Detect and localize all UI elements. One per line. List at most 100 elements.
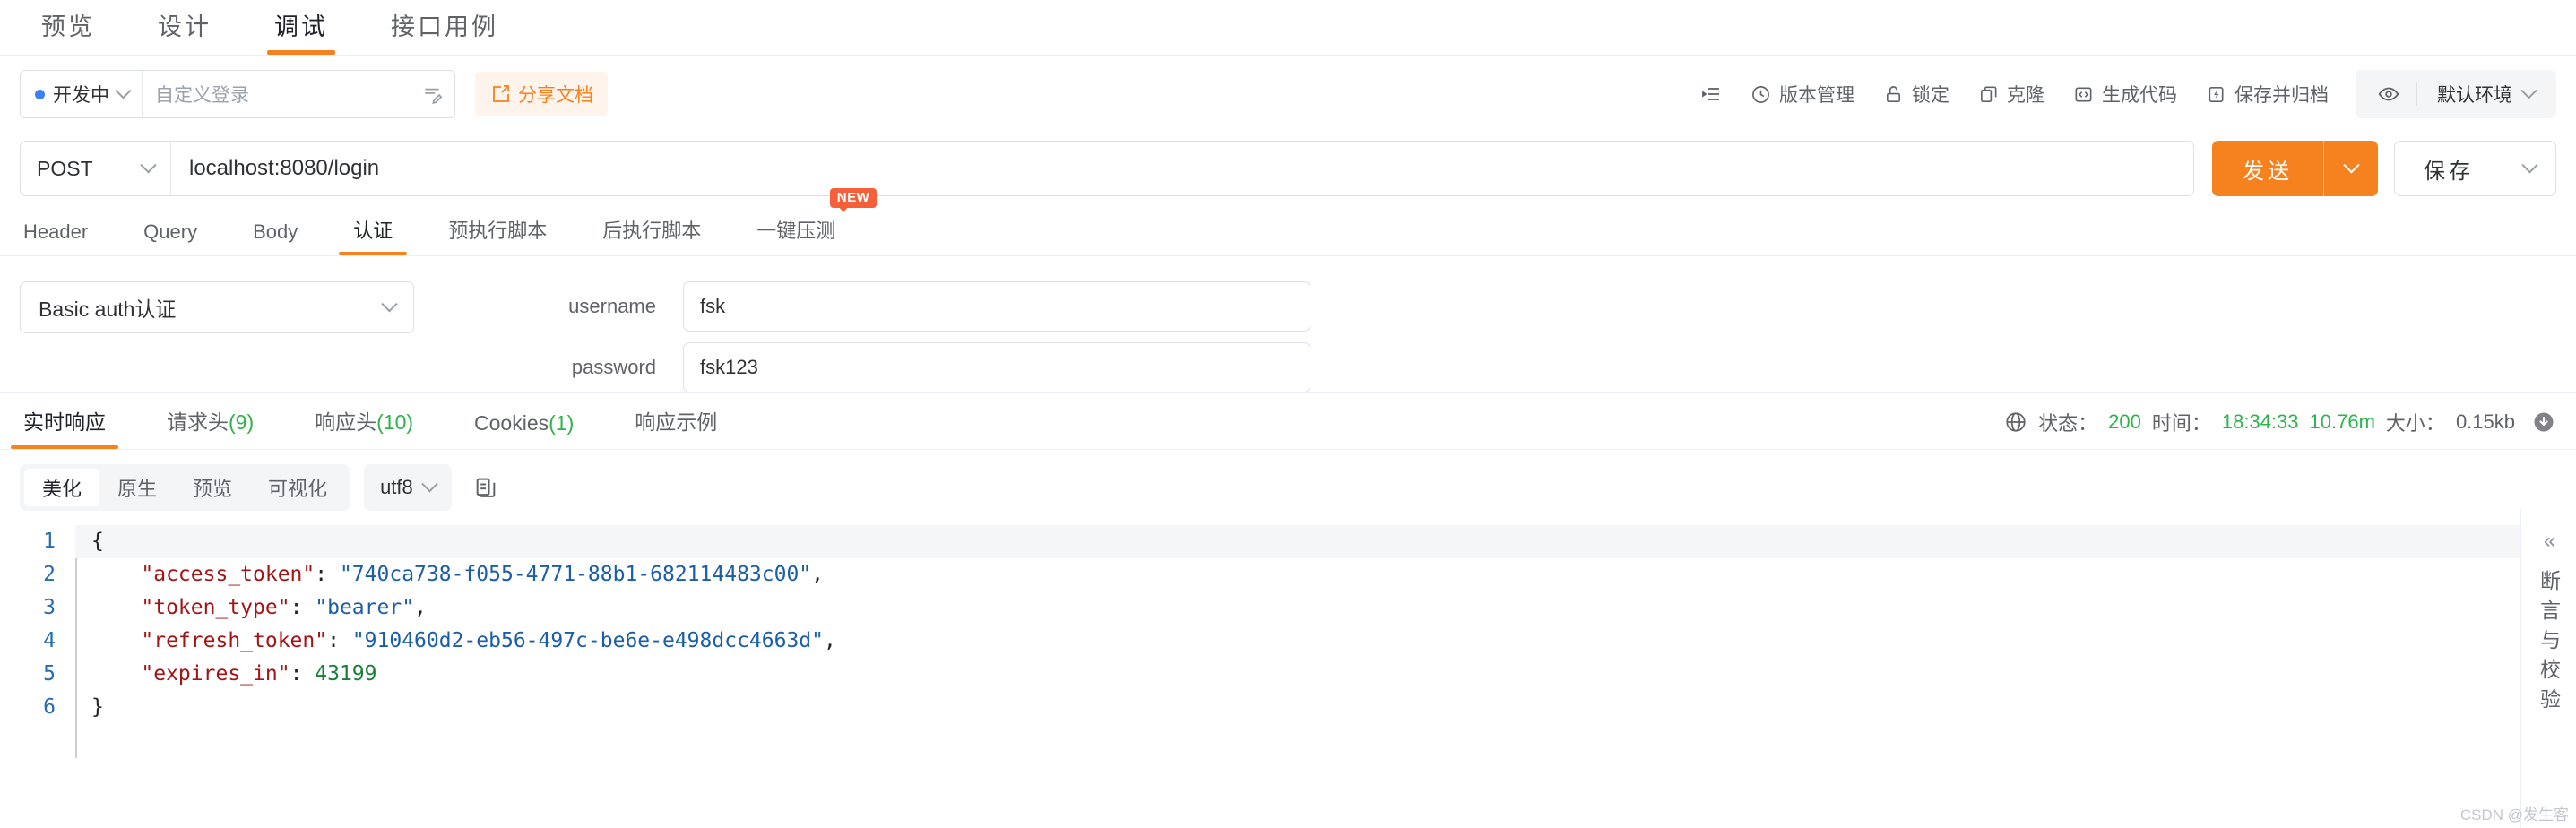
view-mode-pretty[interactable]: 美化 <box>24 469 100 506</box>
code-token: "910460d2-eb56-497c-be6e-e498dcc4663d" <box>351 629 825 652</box>
view-mode-pretty-label: 美化 <box>42 478 82 500</box>
response-tab-request-headers-label: 请求头 <box>167 410 229 434</box>
line-number: 6 <box>43 695 56 719</box>
response-tab-realtime-label: 实时响应 <box>23 410 106 434</box>
view-mode-raw[interactable]: 原生 <box>99 469 175 506</box>
auth-type-select[interactable]: Basic auth认证 <box>20 281 414 333</box>
code-line: } <box>91 691 2576 724</box>
response-tab-response-headers[interactable]: 响应头(10) <box>311 405 417 449</box>
username-label: username <box>568 295 656 317</box>
auth-fields: username fsk password fsk123 <box>477 281 1310 392</box>
view-mode-preview[interactable]: 预览 <box>175 469 250 506</box>
status-code-label: 状态： <box>2038 412 2098 435</box>
request-tab-header[interactable]: Header <box>20 220 91 255</box>
tab-api-cases[interactable]: 接口用例 <box>371 7 518 55</box>
assertion-sidebar: « 断言与校验 <box>2520 509 2576 828</box>
environment-label: 默认环境 <box>2437 85 2512 106</box>
response-size-value: 0.15kb <box>2455 410 2515 433</box>
environment-preview-button[interactable] <box>2361 82 2416 106</box>
code-content[interactable]: { "access_token": "740ca738-f055-4771-88… <box>75 525 2576 758</box>
assertion-sidebar-label[interactable]: 断言与校验 <box>2534 570 2564 718</box>
lock-label: 锁定 <box>1912 85 1949 106</box>
request-tab-post-script[interactable]: 后执行脚本 <box>599 215 705 255</box>
view-mode-raw-label: 原生 <box>117 478 158 500</box>
view-mode-visual-label: 可视化 <box>268 478 328 500</box>
response-time-value: 18:34:33 <box>2221 410 2299 433</box>
generate-code-button[interactable]: 生成代码 <box>2059 81 2191 108</box>
code-token: , <box>811 563 825 586</box>
response-size-label: 大小： <box>2385 412 2445 435</box>
api-name-group: 开发中 自定义登录 <box>20 70 455 118</box>
lock-button[interactable]: 锁定 <box>1869 81 1964 108</box>
meta-toolbar: 开发中 自定义登录 分享文档 版本管理 锁定 克隆 生成代码 保存并归档 默认环… <box>0 56 2576 133</box>
response-tab-request-headers[interactable]: 请求头(9) <box>163 405 257 449</box>
list-icon <box>1702 88 1719 100</box>
line-number: 1 <box>43 530 56 553</box>
version-manage-label: 版本管理 <box>1779 85 1854 106</box>
response-headers-count: (10) <box>376 410 414 434</box>
code-token: "access_token" <box>91 563 316 586</box>
password-value: fsk123 <box>700 356 758 378</box>
view-mode-segmented: 美化 原生 预览 可视化 <box>20 464 350 511</box>
response-tab-examples-label: 响应示例 <box>635 410 718 434</box>
code-token: : <box>315 563 340 586</box>
url-input[interactable]: localhost:8080/login <box>171 156 2193 181</box>
eye-icon <box>2378 87 2399 101</box>
send-button[interactable]: 发送 <box>2212 141 2323 196</box>
send-dropdown-button[interactable] <box>2324 141 2378 196</box>
clone-button[interactable]: 克隆 <box>1964 81 2059 108</box>
auth-row-password: password fsk123 <box>477 342 1310 392</box>
code-gutter: 1 2 3 4 5 6 <box>20 525 75 758</box>
archive-icon <box>2209 86 2224 102</box>
status-select[interactable]: 开发中 <box>21 71 143 117</box>
toolbar-list-button[interactable] <box>1686 83 1736 105</box>
tab-debug[interactable]: 调试 <box>255 7 348 55</box>
line-number: 3 <box>43 596 56 619</box>
code-token: "bearer" <box>315 596 415 619</box>
request-tab-query[interactable]: Query <box>140 220 201 255</box>
code-token: "refresh_token" <box>91 629 328 652</box>
version-manage-button[interactable]: 版本管理 <box>1736 81 1869 108</box>
share-doc-button[interactable]: 分享文档 <box>475 72 608 116</box>
response-duration-value: 10.76m <box>2309 410 2375 433</box>
response-tab-cookies[interactable]: Cookies(1) <box>471 411 577 449</box>
api-name-value: 自定义登录 <box>155 85 249 106</box>
meta-tool-items: 版本管理 锁定 克隆 生成代码 保存并归档 <box>1686 81 2343 108</box>
line-number: 2 <box>43 563 56 586</box>
username-input[interactable]: fsk <box>683 281 1310 332</box>
download-icon <box>2534 412 2554 432</box>
response-tab-realtime[interactable]: 实时响应 <box>11 405 118 449</box>
line-number: 4 <box>43 629 56 652</box>
api-name-input[interactable]: 自定义登录 <box>143 71 411 117</box>
view-mode-visual[interactable]: 可视化 <box>250 469 345 506</box>
code-line: "access_token": "740ca738-f055-4771-88b1… <box>91 558 2576 591</box>
request-tab-stress-test[interactable]: 一键压测 NEW <box>753 188 877 255</box>
response-tab-response-headers-label: 响应头 <box>315 410 377 434</box>
chevron-down-icon <box>2520 82 2537 99</box>
generate-code-label: 生成代码 <box>2102 85 2177 106</box>
request-url-bar: POST localhost:8080/login 发送 保存 <box>0 133 2576 204</box>
tab-preview[interactable]: 预览 <box>22 7 115 55</box>
code-token: : <box>327 629 352 652</box>
save-dropdown-button[interactable] <box>2503 142 2555 195</box>
request-tab-body-label: Body <box>253 220 298 243</box>
response-tab-examples[interactable]: 响应示例 <box>631 405 721 449</box>
line-number: 5 <box>43 662 56 686</box>
environment-select[interactable]: 默认环境 <box>2417 81 2551 108</box>
copy-response-button[interactable] <box>466 468 506 507</box>
edit-description-icon[interactable] <box>411 71 454 117</box>
request-tab-auth[interactable]: 认证 <box>339 215 408 255</box>
chevron-down-icon <box>2342 156 2360 173</box>
request-tab-pre-script[interactable]: 预执行脚本 <box>445 215 550 255</box>
http-method-select[interactable]: POST <box>21 142 171 195</box>
encoding-select[interactable]: utf8 <box>364 464 452 511</box>
collapse-left-icon[interactable]: « <box>2544 523 2555 570</box>
tab-design[interactable]: 设计 <box>138 7 231 55</box>
code-line: "expires_in": 43199 <box>91 658 2576 691</box>
code-token: : <box>290 596 316 619</box>
password-input[interactable]: fsk123 <box>683 342 1310 392</box>
request-tab-body[interactable]: Body <box>249 220 301 255</box>
save-archive-button[interactable]: 保存并归档 <box>2191 81 2343 108</box>
response-time-label: 时间： <box>2151 412 2211 435</box>
save-request-button[interactable]: 保存 <box>2395 142 2503 195</box>
